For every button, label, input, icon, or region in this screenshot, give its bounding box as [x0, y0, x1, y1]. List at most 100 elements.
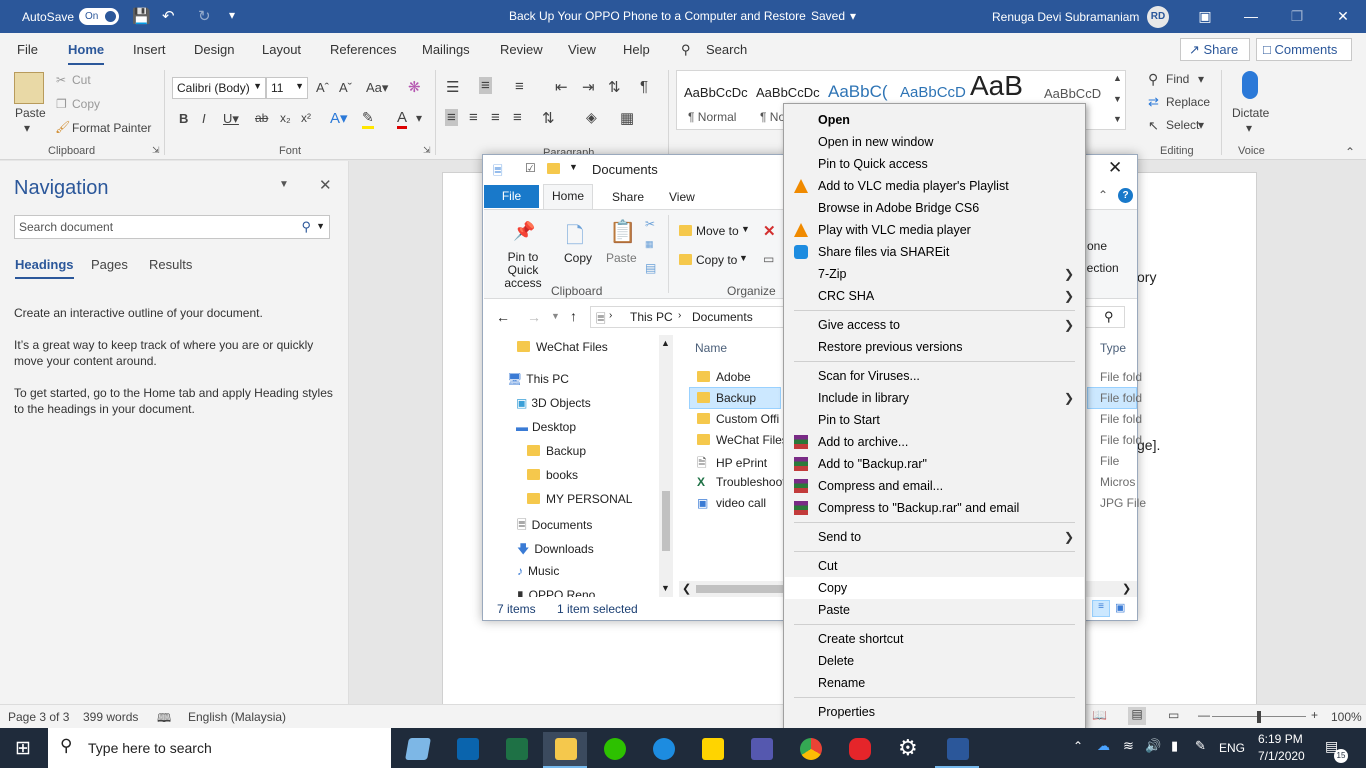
menu-item-7-zip[interactable]: 7-Zip ❯ — [785, 263, 1084, 285]
tree-item-3d-objects[interactable]: ▣ 3D Objects — [516, 396, 591, 410]
select-icon[interactable]: ↖ — [1148, 118, 1159, 134]
share-button[interactable]: ↗ Share — [1180, 38, 1250, 61]
format-painter-button[interactable]: Format Painter — [72, 121, 151, 135]
battery-icon[interactable]: ▮ — [1171, 738, 1178, 754]
replace-button[interactable]: Replace — [1166, 95, 1210, 109]
tab-pages[interactable]: Pages — [91, 257, 128, 272]
tree-item-oppo-reno[interactable]: ▮ OPPO Reno — [517, 588, 595, 597]
align-center-icon[interactable]: ≡ — [469, 109, 478, 126]
input-language[interactable]: ENG — [1219, 741, 1245, 755]
find-button[interactable]: Find — [1166, 72, 1189, 86]
chevron-down-icon[interactable]: ▼ — [569, 162, 578, 172]
forward-arrow-icon[interactable]: → — [527, 309, 541, 325]
chevron-down-icon[interactable]: ▾ — [1198, 118, 1204, 132]
menu-item-open[interactable]: Open — [785, 109, 1084, 131]
file-row-backup[interactable]: Backup — [697, 391, 756, 405]
maximize-icon[interactable]: ❐ — [1274, 0, 1320, 33]
search-icon[interactable]: ⚲ — [301, 219, 311, 235]
shrink-font-icon[interactable]: Aˇ — [339, 80, 352, 95]
scroll-up-icon[interactable]: ▲ — [1113, 73, 1122, 83]
select-button[interactable]: Select — [1166, 118, 1199, 132]
checkbox-icon[interactable]: ☑ — [525, 161, 536, 175]
windows-start-icon[interactable]: ⊞ — [15, 737, 31, 760]
rename-icon[interactable]: ▭ — [763, 252, 774, 266]
tree-item-backup[interactable]: Backup — [527, 444, 586, 458]
print-layout-icon[interactable]: ▤ — [1128, 707, 1146, 725]
taskbar-search-box[interactable]: ⚲ Type here to search — [48, 728, 391, 768]
menu-item-paste[interactable]: Paste — [785, 599, 1084, 621]
menu-item-give-access-to[interactable]: Give access to ❯ — [785, 314, 1084, 336]
undo-icon[interactable]: ↶ — [162, 7, 175, 25]
scroll-down-icon[interactable]: ▼ — [661, 583, 670, 593]
paste-shortcut-icon[interactable]: ▤ — [645, 261, 656, 275]
paste-icon[interactable]: 📋 — [609, 219, 636, 245]
style-no-spacing[interactable]: AaBbCcDc — [756, 85, 820, 100]
tab-mailings[interactable]: Mailings — [422, 42, 470, 57]
menu-item-rename[interactable]: Rename — [785, 672, 1084, 694]
taskbar-app-excel[interactable] — [494, 732, 538, 768]
redo-icon[interactable]: ↻ — [198, 7, 211, 25]
scroll-up-icon[interactable]: ▲ — [661, 338, 670, 348]
menu-item-pin-to-quick-access[interactable]: Pin to Quick access — [785, 153, 1084, 175]
taskbar-app-word[interactable] — [935, 732, 979, 768]
collapse-ribbon-icon[interactable]: ⌃ — [1345, 145, 1355, 159]
menu-item-compress-and-email[interactable]: Compress and email... — [785, 475, 1084, 497]
subscript-icon[interactable]: x₂ — [280, 111, 291, 125]
menu-item-create-shortcut[interactable]: Create shortcut — [785, 628, 1084, 650]
scroll-left-icon[interactable]: ❮ — [682, 582, 691, 595]
proofing-icon[interactable]: 🕮 — [157, 709, 171, 730]
decrease-indent-icon[interactable]: ⇤ — [555, 78, 568, 96]
file-row-troubleshoot[interactable]: X Troubleshoot — [697, 475, 786, 489]
microphone-icon[interactable] — [1242, 71, 1258, 99]
strikethrough-icon[interactable]: ab — [255, 111, 268, 125]
bold-icon[interactable]: B — [179, 111, 188, 126]
menu-item-copy[interactable]: Copy — [785, 577, 1084, 599]
invert-selection-label[interactable]: lection — [1084, 261, 1119, 275]
tab-review[interactable]: Review — [500, 42, 543, 57]
chevron-down-icon[interactable]: ▾ — [1246, 121, 1252, 135]
menu-item-add-to-backup-rar[interactable]: Add to "Backup.rar" — [785, 453, 1084, 475]
scroll-down-icon[interactable]: ▼ — [1113, 94, 1122, 104]
grow-font-icon[interactable]: Aˆ — [316, 80, 329, 95]
bullets-icon[interactable]: ☰ — [446, 78, 459, 96]
chevron-down-icon[interactable]: ▾ — [850, 9, 856, 23]
cut-button[interactable]: Cut — [72, 73, 91, 87]
tab-layout[interactable]: Layout — [262, 42, 301, 57]
menu-item-compress-to-backup-rar-and-email[interactable]: Compress to "Backup.rar" and email — [785, 497, 1084, 519]
clock-time[interactable]: 6:19 PM — [1258, 732, 1303, 746]
search-icon[interactable]: ⚲ — [681, 42, 691, 58]
pin-icon[interactable]: 📌 — [513, 221, 535, 242]
paste-button[interactable]: Paste — [606, 251, 637, 265]
close-icon[interactable]: ✕ — [319, 176, 332, 194]
tab-home[interactable]: Home — [543, 184, 593, 209]
chevron-down-icon[interactable]: ▼ — [739, 253, 748, 263]
saved-status[interactable]: Saved — [811, 9, 845, 23]
menu-item-crc-sha[interactable]: CRC SHA ❯ — [785, 285, 1084, 307]
chevron-down-icon[interactable]: ▾ — [416, 111, 422, 125]
style-heading1[interactable]: AaBbC( — [828, 82, 888, 102]
breadcrumb-documents[interactable]: Documents — [692, 310, 753, 324]
tree-item-my-personal[interactable]: MY PERSONAL — [527, 492, 632, 506]
menu-item-share-files-via-shareit[interactable]: Share files via SHAREit — [785, 241, 1084, 263]
taskbar-app-settings[interactable]: ⚙ — [886, 732, 930, 768]
up-arrow-icon[interactable]: ↑ — [570, 308, 577, 324]
close-icon[interactable]: ✕ — [1320, 0, 1366, 33]
select-none-label[interactable]: one — [1087, 239, 1107, 253]
increase-indent-icon[interactable]: ⇥ — [582, 78, 595, 96]
menu-item-include-in-library[interactable]: Include in library ❯ — [785, 387, 1084, 409]
dialog-launcher-icon[interactable]: ⇲ — [152, 145, 160, 156]
align-right-icon[interactable]: ≡ — [491, 109, 500, 126]
tree-item-downloads[interactable]: 🡇 Downloads — [517, 540, 594, 561]
tree-scrollbar[interactable]: ▲ ▼ — [659, 335, 673, 597]
style-heading2[interactable]: AaBbCcD — [900, 84, 966, 101]
replace-icon[interactable]: ⇄ — [1148, 94, 1159, 110]
zoom-out-icon[interactable]: — — [1198, 708, 1210, 722]
close-icon[interactable]: ✕ — [1108, 158, 1122, 178]
ribbon-display-icon[interactable]: ▣ — [1182, 0, 1228, 33]
tell-me-search[interactable]: Search — [706, 42, 747, 57]
tree-item-music[interactable]: ♪ Music — [517, 564, 559, 578]
explorer-search-box[interactable]: ⚲ — [1083, 306, 1125, 328]
underline-icon[interactable]: U▾ — [223, 111, 239, 127]
zoom-slider-thumb[interactable] — [1257, 711, 1261, 723]
dictate-button[interactable]: Dictate — [1232, 106, 1269, 120]
